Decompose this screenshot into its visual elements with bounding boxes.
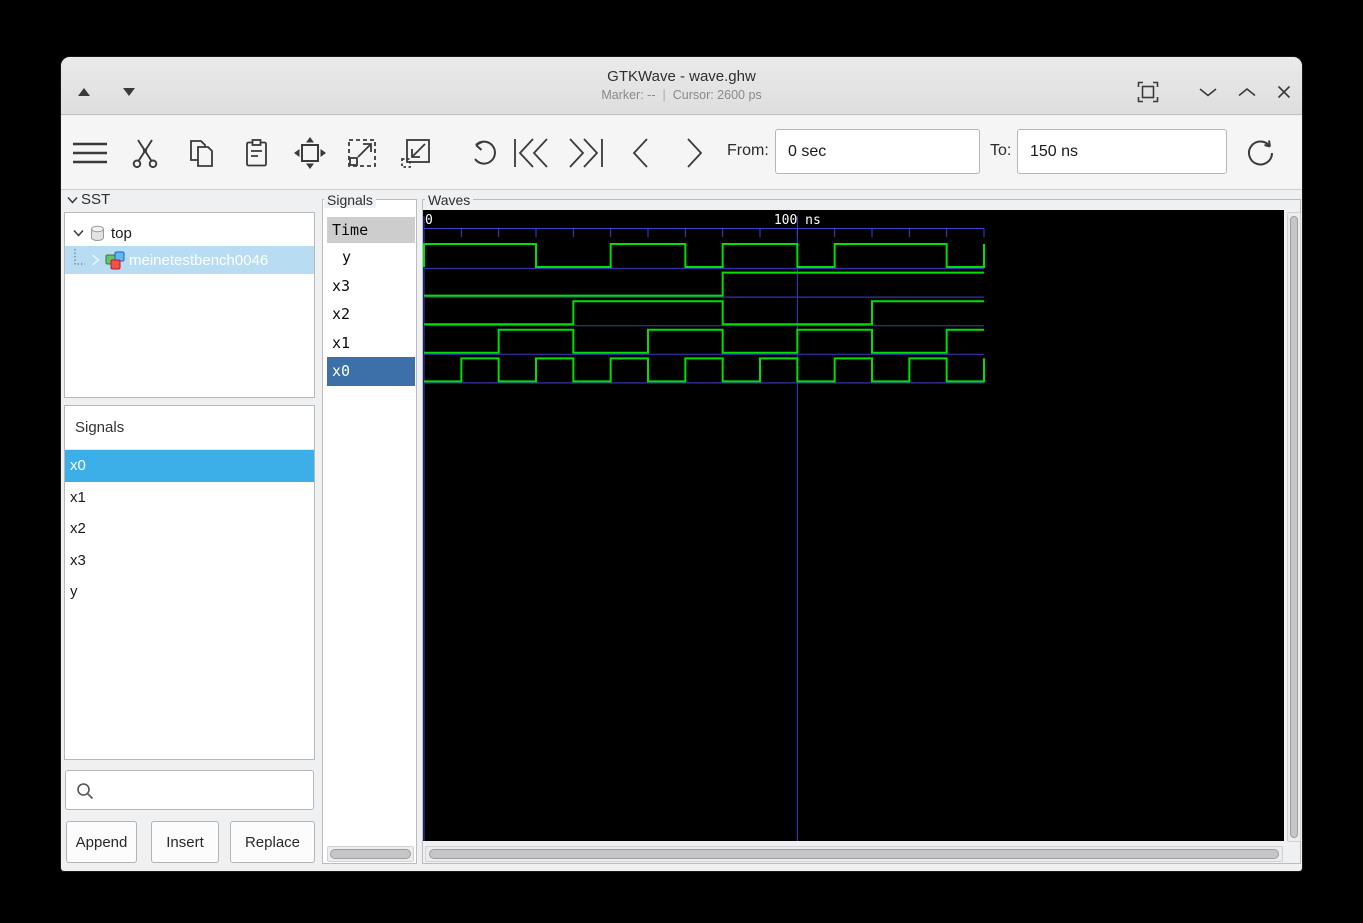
tree-item-top-label: top xyxy=(111,224,132,242)
sst-tree: top meinetestbench0046 xyxy=(64,212,315,398)
to-input[interactable] xyxy=(1017,129,1227,174)
wave-area[interactable]: 0 100 ns xyxy=(423,210,1284,841)
signal-list-item-y[interactable]: y xyxy=(65,576,314,608)
wave-trace-x3 xyxy=(424,271,984,297)
fullscreen-button[interactable] xyxy=(1133,79,1163,105)
copy-button[interactable] xyxy=(179,133,223,173)
wave-trace-x1 xyxy=(424,328,984,354)
insert-button[interactable]: Insert xyxy=(151,821,219,863)
goto-end-button[interactable] xyxy=(564,133,608,173)
marker-status: Marker: -- xyxy=(601,88,656,102)
signal-list-panel: Signals x0 x1 x2 x3 y xyxy=(64,405,315,760)
wave-name-row-x0[interactable]: x0 xyxy=(327,357,415,386)
window-subtitle: Marker: -- | Cursor: 2600 ps xyxy=(61,88,1302,102)
module-cylinder-icon xyxy=(91,225,104,241)
signal-list-item-x1[interactable]: x1 xyxy=(65,481,314,514)
zoom-in-button[interactable] xyxy=(340,133,384,173)
reload-icon xyxy=(1248,140,1273,166)
reload-button[interactable] xyxy=(1238,133,1282,173)
titlebar[interactable]: GTKWave - wave.ghw Marker: -- | Cursor: 26… xyxy=(61,57,1302,115)
goto-start-button[interactable] xyxy=(509,133,553,173)
close-button[interactable] xyxy=(1269,79,1299,105)
collapse-chevron-icon[interactable] xyxy=(67,196,78,204)
signal-list-item-x0[interactable]: x0 xyxy=(65,450,314,482)
zoom-out-button[interactable] xyxy=(394,133,438,173)
signals-hscroll-thumb[interactable] xyxy=(330,849,411,859)
chevron-right-icon xyxy=(687,138,703,168)
from-label: From: xyxy=(727,142,769,159)
timeline-label: 0 xyxy=(425,213,433,228)
undo-button[interactable] xyxy=(461,133,505,173)
copy-icon xyxy=(189,139,213,167)
signal-list-item-x2[interactable]: x2 xyxy=(65,513,314,545)
time-header[interactable]: Time xyxy=(327,217,415,243)
menu-button[interactable] xyxy=(68,133,112,173)
menu-icon xyxy=(73,142,107,164)
wave-canvas[interactable]: 0 100 ns xyxy=(423,210,1284,841)
wave-name-row-y[interactable]: y xyxy=(327,243,415,272)
zoom-fit-icon xyxy=(294,137,326,169)
chevron-up-icon xyxy=(1238,87,1256,97)
minimize-button[interactable] xyxy=(1193,79,1223,105)
waves-frame-label: Waves xyxy=(425,192,474,208)
tree-connector-line xyxy=(74,249,85,265)
waves-hscroll-thumb[interactable] xyxy=(429,849,1279,859)
signals-hscrollbar[interactable] xyxy=(327,846,414,862)
fullscreen-icon xyxy=(1137,81,1159,103)
wave-name-row-x3[interactable]: x3 xyxy=(327,272,415,301)
close-icon xyxy=(1277,85,1291,99)
from-input[interactable] xyxy=(775,129,980,174)
gtkwave-window: GTKWave - wave.ghw Marker: -- | Cursor: 26… xyxy=(61,57,1302,871)
signal-list: x0 x1 x2 x3 y xyxy=(65,450,314,608)
expander-open-icon[interactable] xyxy=(73,229,84,237)
tree-item-top[interactable]: top xyxy=(65,219,314,247)
paste-icon xyxy=(245,138,267,166)
waves-vscroll-thumb[interactable] xyxy=(1290,216,1298,838)
wave-name-rows: y x3 x2 x1 x0 xyxy=(327,243,415,386)
wave-trace-x2 xyxy=(424,300,984,326)
next-edge-button[interactable] xyxy=(673,133,717,173)
replace-button[interactable]: Replace xyxy=(230,821,315,863)
cut-button[interactable] xyxy=(123,133,167,173)
cursor-status: Cursor: 2600 ps xyxy=(672,88,762,102)
search-box xyxy=(65,770,314,810)
entity-cubes-icon xyxy=(105,251,125,269)
wave-trace-x0 xyxy=(424,357,985,383)
skip-to-start-icon xyxy=(514,138,548,168)
subtitle-separator: | xyxy=(662,88,666,102)
signal-list-item-x3[interactable]: x3 xyxy=(65,544,314,577)
wave-name-row-x2[interactable]: x2 xyxy=(327,300,415,329)
titlebar-text: GTKWave - wave.ghw Marker: -- | Cursor: 26… xyxy=(61,57,1302,102)
search-input[interactable] xyxy=(100,771,305,809)
prev-edge-button[interactable] xyxy=(618,133,662,173)
tree-item-meinetestbench0046[interactable]: meinetestbench0046 xyxy=(65,246,314,274)
window-title: GTKWave - wave.ghw xyxy=(607,68,756,85)
search-icon xyxy=(77,783,94,800)
sst-section-label: SST xyxy=(67,191,110,208)
waves-vscrollbar[interactable] xyxy=(1287,212,1301,842)
zoom-out-icon xyxy=(401,139,430,168)
signals-frame-label: Signals xyxy=(324,192,376,208)
skip-to-end-icon xyxy=(569,138,603,168)
tree-item-child-label: meinetestbench0046 xyxy=(129,251,269,269)
wave-trace-y xyxy=(423,243,985,268)
zoom-fit-button[interactable] xyxy=(288,133,332,173)
expander-closed-icon[interactable] xyxy=(91,254,100,266)
toolbar: From: To: xyxy=(61,116,1302,190)
waves-hscrollbar[interactable] xyxy=(425,846,1283,862)
undo-icon xyxy=(474,140,496,165)
zoom-in-icon xyxy=(348,139,376,167)
signal-list-header[interactable]: Signals xyxy=(65,406,314,450)
maximize-button[interactable] xyxy=(1232,79,1262,105)
wave-name-row-x1[interactable]: x1 xyxy=(327,329,415,358)
chevron-left-icon xyxy=(632,138,648,168)
cut-icon xyxy=(132,139,158,168)
chevron-down-icon xyxy=(1199,88,1217,97)
append-button[interactable]: Append xyxy=(66,821,137,863)
paste-button[interactable] xyxy=(234,133,278,173)
timeline-label: 100 ns xyxy=(774,213,821,228)
to-label: To: xyxy=(990,142,1012,159)
